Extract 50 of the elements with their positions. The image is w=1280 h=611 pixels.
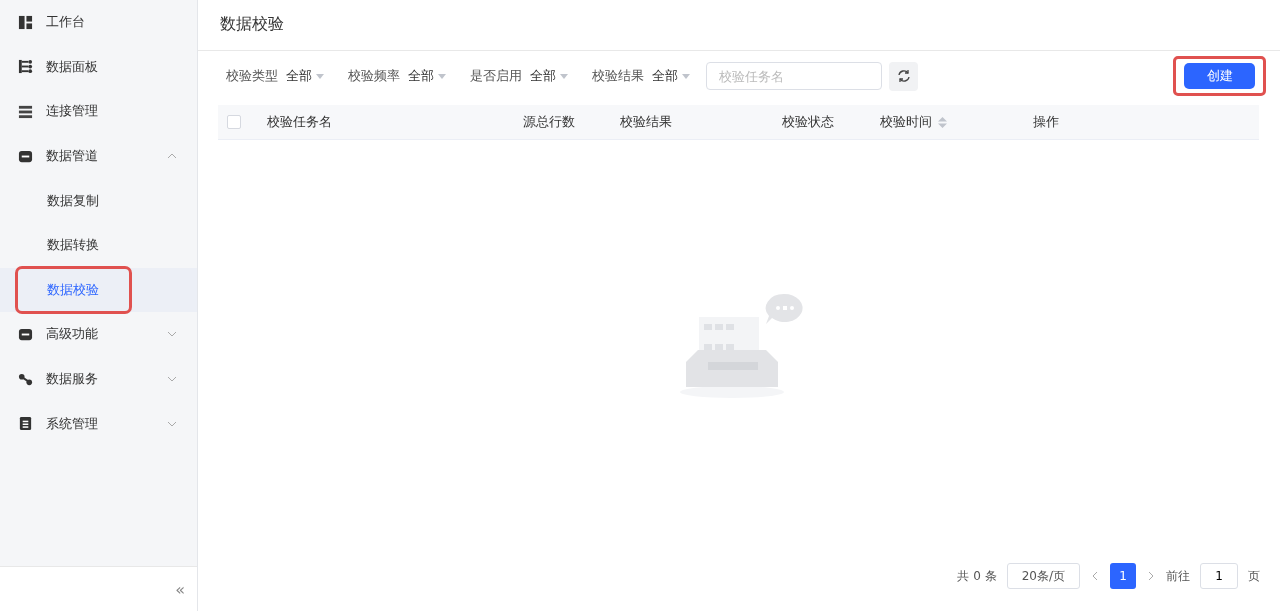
- jump-suffix: 页: [1248, 567, 1260, 585]
- sidebar-item[interactable]: 数据管道: [0, 133, 197, 179]
- column-header: 校验结果: [620, 113, 672, 131]
- filter-dropdown[interactable]: 全部: [530, 67, 556, 85]
- filter-label: 是否启用: [470, 67, 522, 85]
- grid-icon: [18, 14, 33, 30]
- filter-label: 校验类型: [226, 67, 278, 85]
- chevron-right-icon[interactable]: [1146, 571, 1156, 581]
- refresh-button[interactable]: [889, 61, 918, 91]
- drawer-icon: [18, 326, 33, 342]
- page-jump-field[interactable]: 1: [1200, 563, 1238, 589]
- column-header: 操作: [1033, 113, 1059, 131]
- filter-label: 校验结果: [592, 67, 644, 85]
- dropdown-icon[interactable]: [560, 73, 568, 79]
- chevron-left-icon[interactable]: [1090, 571, 1100, 581]
- dropdown-icon[interactable]: [316, 73, 324, 79]
- create-button[interactable]: 创建: [1184, 63, 1255, 89]
- sort-icon[interactable]: [938, 116, 947, 128]
- page-title: 数据校验: [220, 14, 284, 33]
- filter-dropdown[interactable]: 全部: [408, 67, 434, 85]
- column-header: 源总行数: [523, 113, 575, 131]
- list-icon: [18, 104, 33, 119]
- filter-label: 校验频率: [348, 67, 400, 85]
- sidebar-item[interactable]: 连接管理: [0, 89, 197, 134]
- filter-dropdown[interactable]: 全部: [652, 67, 678, 85]
- column-header: 校验任务名: [267, 113, 332, 131]
- search-field[interactable]: 校验任务名: [706, 62, 882, 90]
- page-size-select[interactable]: 20条/页: [1006, 563, 1080, 589]
- column-header: 校验时间: [880, 113, 932, 131]
- total-count: 共 0 条: [957, 567, 997, 585]
- submenu-item[interactable]: 数据转换: [47, 230, 99, 261]
- jump-label: 前往: [1166, 567, 1190, 585]
- sidebar-item[interactable]: 系统管理: [0, 401, 197, 446]
- drawer-icon: [18, 148, 33, 164]
- column-header: 校验状态: [782, 113, 834, 131]
- sidebar-item[interactable]: 高级功能: [0, 312, 197, 357]
- filter-dropdown[interactable]: 全部: [286, 67, 312, 85]
- submenu-item[interactable]: 数据复制: [47, 185, 99, 216]
- refresh-icon: [896, 69, 911, 83]
- page-number[interactable]: 1: [1110, 563, 1136, 589]
- sidebar-item[interactable]: 数据服务: [0, 356, 197, 402]
- document-icon: [18, 416, 33, 432]
- sidebar-item[interactable]: 数据面板: [0, 44, 197, 90]
- dropdown-icon[interactable]: [438, 73, 446, 79]
- sidebar-item[interactable]: 工作台: [0, 0, 197, 45]
- select-all-checkbox[interactable]: [227, 115, 241, 129]
- nodes-icon: [18, 371, 33, 387]
- dropdown-icon[interactable]: [682, 73, 690, 79]
- collapse-button[interactable]: «: [175, 579, 185, 599]
- tree-icon: [18, 59, 33, 75]
